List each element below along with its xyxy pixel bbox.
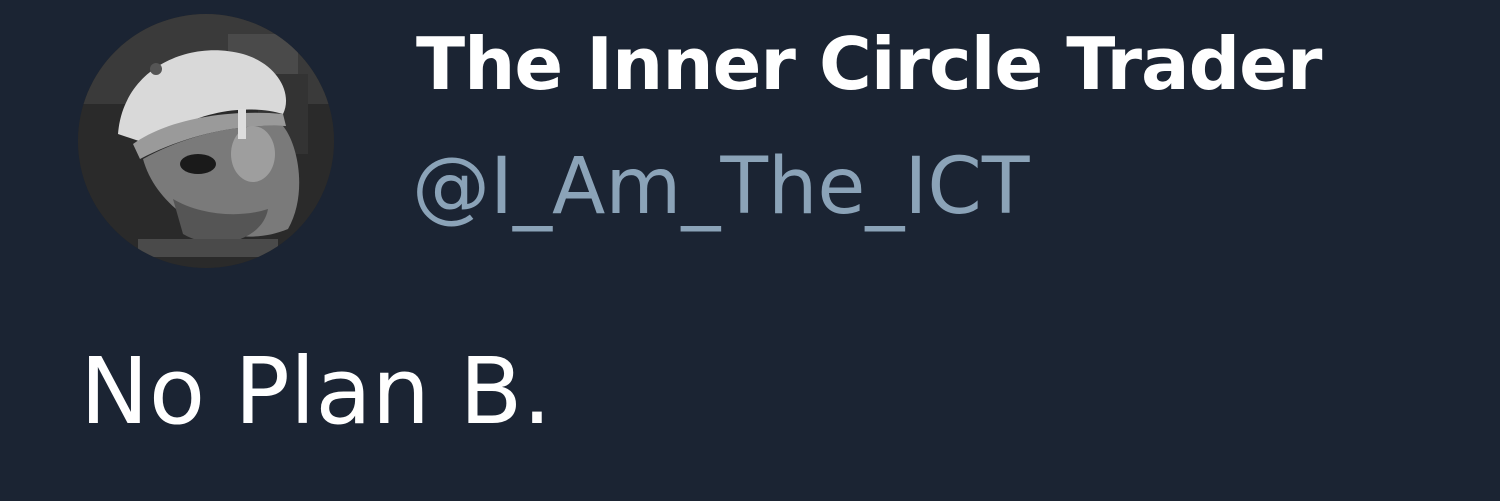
- author-display-name[interactable]: The Inner Circle Trader: [416, 28, 1322, 100]
- author-handle[interactable]: @I_Am_The_ICT: [412, 148, 1030, 226]
- tweet-text: No Plan B.: [80, 338, 552, 445]
- avatar[interactable]: [78, 14, 334, 268]
- tweet-card: The Inner Circle Trader @I_Am_The_ICT No…: [0, 0, 1500, 501]
- profile-photo-icon: [78, 14, 334, 268]
